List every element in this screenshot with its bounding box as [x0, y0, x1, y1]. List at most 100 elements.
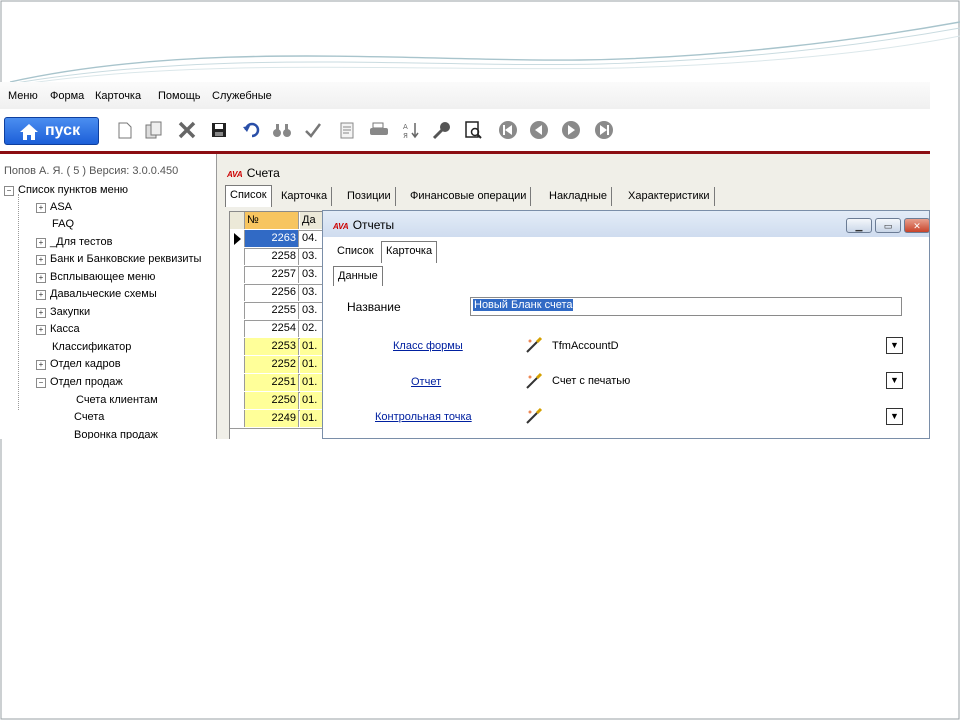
cell-number[interactable]: 2255	[245, 302, 299, 319]
next-record-icon[interactable]	[560, 119, 582, 141]
checkpoint-link[interactable]: Контрольная точка	[375, 411, 472, 423]
row-indicator	[230, 338, 245, 355]
report-dropdown[interactable]: ▼	[886, 372, 903, 389]
menu-item-card[interactable]: Карточка	[95, 90, 141, 102]
menu-item-service[interactable]: Служебные	[212, 90, 272, 102]
cell-number[interactable]: 2254	[245, 320, 299, 337]
expand-icon[interactable]: +	[36, 360, 46, 370]
key-icon[interactable]	[431, 119, 453, 141]
name-input[interactable]: Новый Бланк счета	[470, 297, 902, 316]
tree-root[interactable]: − Список пунктов меню	[4, 184, 128, 201]
tree-item-invoices[interactable]: Счета	[74, 411, 104, 428]
svg-text:A: A	[403, 123, 408, 131]
find-icon[interactable]	[271, 119, 293, 141]
delete-icon[interactable]	[176, 119, 198, 141]
expand-icon[interactable]: +	[36, 255, 46, 265]
tree-item-classifier[interactable]: Классификатор	[52, 341, 131, 358]
user-status: Попов А. Я. ( 5 ) Версия: 3.0.0.450	[4, 165, 178, 177]
tree-item-tests[interactable]: + _Для тестов	[36, 236, 112, 253]
save-icon[interactable]	[208, 119, 230, 141]
tree-item-sales[interactable]: − Отдел продаж	[36, 376, 123, 393]
copy-doc-icon[interactable]	[143, 119, 165, 141]
menu-item-menu[interactable]: Меню	[8, 90, 38, 102]
table-row[interactable]: 2256 03.	[230, 284, 330, 303]
cell-number[interactable]: 2251	[245, 374, 299, 391]
grid-header: № Да	[230, 212, 332, 231]
tree-item-cash[interactable]: + Касса	[36, 323, 80, 340]
magic-wand-icon[interactable]	[525, 372, 543, 390]
tab-list[interactable]: Список	[225, 185, 272, 207]
menu-item-help[interactable]: Помощь	[158, 90, 201, 102]
tree-item-faq[interactable]: FAQ	[52, 218, 74, 235]
tree-item-asa[interactable]: + ASA	[36, 201, 72, 218]
expand-icon[interactable]: +	[36, 325, 46, 335]
cell-number[interactable]: 2253	[245, 338, 299, 355]
table-row[interactable]: 2254 02.	[230, 320, 330, 339]
cell-number[interactable]: 2263	[245, 230, 299, 247]
tree-item-hr[interactable]: + Отдел кадров	[36, 358, 121, 375]
cell-number[interactable]: 2250	[245, 392, 299, 409]
row-indicator	[230, 392, 245, 409]
prev-record-icon[interactable]	[528, 119, 550, 141]
magic-wand-icon[interactable]	[525, 336, 543, 354]
start-button[interactable]: пуск	[4, 117, 99, 145]
form-class-dropdown[interactable]: ▼	[886, 337, 903, 354]
tree-item-purchases[interactable]: + Закупки	[36, 306, 90, 323]
cell-number[interactable]: 2256	[245, 284, 299, 301]
expand-icon[interactable]: +	[36, 238, 46, 248]
home-icon	[20, 124, 38, 140]
dialog-subtab-data[interactable]: Данные	[333, 266, 383, 286]
table-row[interactable]: 2251 01.	[230, 374, 332, 393]
menu-item-form[interactable]: Форма	[50, 90, 84, 102]
row-indicator	[230, 266, 245, 283]
cell-number[interactable]: 2252	[245, 356, 299, 373]
collapse-icon[interactable]: −	[36, 378, 46, 388]
report-link[interactable]: Отчет	[411, 376, 441, 388]
tab-card[interactable]: Карточка	[277, 187, 333, 206]
table-row[interactable]: 2249 01.	[230, 410, 332, 429]
cell-number[interactable]: 2249	[245, 410, 299, 427]
table-row[interactable]: 2250 01.	[230, 392, 332, 411]
table-row[interactable]: 2263 04.	[230, 230, 330, 249]
undo-icon[interactable]	[240, 119, 262, 141]
tree-item-sales-funnel[interactable]: Воронка продаж	[74, 429, 158, 439]
sort-icon[interactable]: AЯ	[400, 119, 422, 141]
cell-number[interactable]: 2257	[245, 266, 299, 283]
table-row[interactable]: 2255 03.	[230, 302, 330, 321]
dialog-tab-card[interactable]: Карточка	[381, 241, 438, 263]
checkpoint-dropdown[interactable]: ▼	[886, 408, 903, 425]
expand-icon[interactable]: +	[36, 290, 46, 300]
report-value: Счет с печатью	[552, 375, 631, 387]
expand-icon[interactable]: +	[36, 308, 46, 318]
table-row[interactable]: 2253 01.	[230, 338, 332, 357]
tab-positions[interactable]: Позиции	[343, 187, 396, 206]
table-row[interactable]: 2252 01.	[230, 356, 332, 375]
tree-item-popup-menu[interactable]: + Всплывающее меню	[36, 271, 155, 288]
edit-icon[interactable]	[336, 119, 358, 141]
maximize-button[interactable]: ▭	[875, 218, 901, 233]
expand-icon[interactable]: +	[36, 203, 46, 213]
tab-financial-operations[interactable]: Финансовые операции	[406, 187, 532, 206]
tree-item-tolling[interactable]: + Давальческие схемы	[36, 288, 157, 305]
dialog-tab-list[interactable]: Список	[333, 242, 378, 261]
first-record-icon[interactable]	[497, 119, 519, 141]
last-record-icon[interactable]	[593, 119, 615, 141]
check-icon[interactable]	[302, 119, 324, 141]
table-row[interactable]: 2258 03.	[230, 248, 330, 267]
cell-number[interactable]: 2258	[245, 248, 299, 265]
tab-characteristics[interactable]: Характеристики	[624, 187, 715, 206]
tab-waybills[interactable]: Накладные	[545, 187, 613, 206]
preview-icon[interactable]	[463, 119, 485, 141]
magic-wand-icon[interactable]	[525, 407, 543, 425]
tree-item-bank[interactable]: + Банк и Банковские реквизиты	[36, 253, 201, 270]
tree-item-client-invoices[interactable]: Счета клиентам	[76, 394, 158, 411]
close-button[interactable]: ✕	[904, 218, 929, 233]
print-icon[interactable]	[368, 119, 390, 141]
new-doc-icon[interactable]	[114, 119, 136, 141]
expand-icon[interactable]: +	[36, 273, 46, 283]
minimize-button[interactable]: ▁	[846, 218, 872, 233]
table-row[interactable]: 2257 03.	[230, 266, 330, 285]
collapse-icon[interactable]: −	[4, 186, 14, 196]
col-number-header[interactable]: №	[245, 212, 299, 229]
form-class-link[interactable]: Класс формы	[393, 340, 463, 352]
